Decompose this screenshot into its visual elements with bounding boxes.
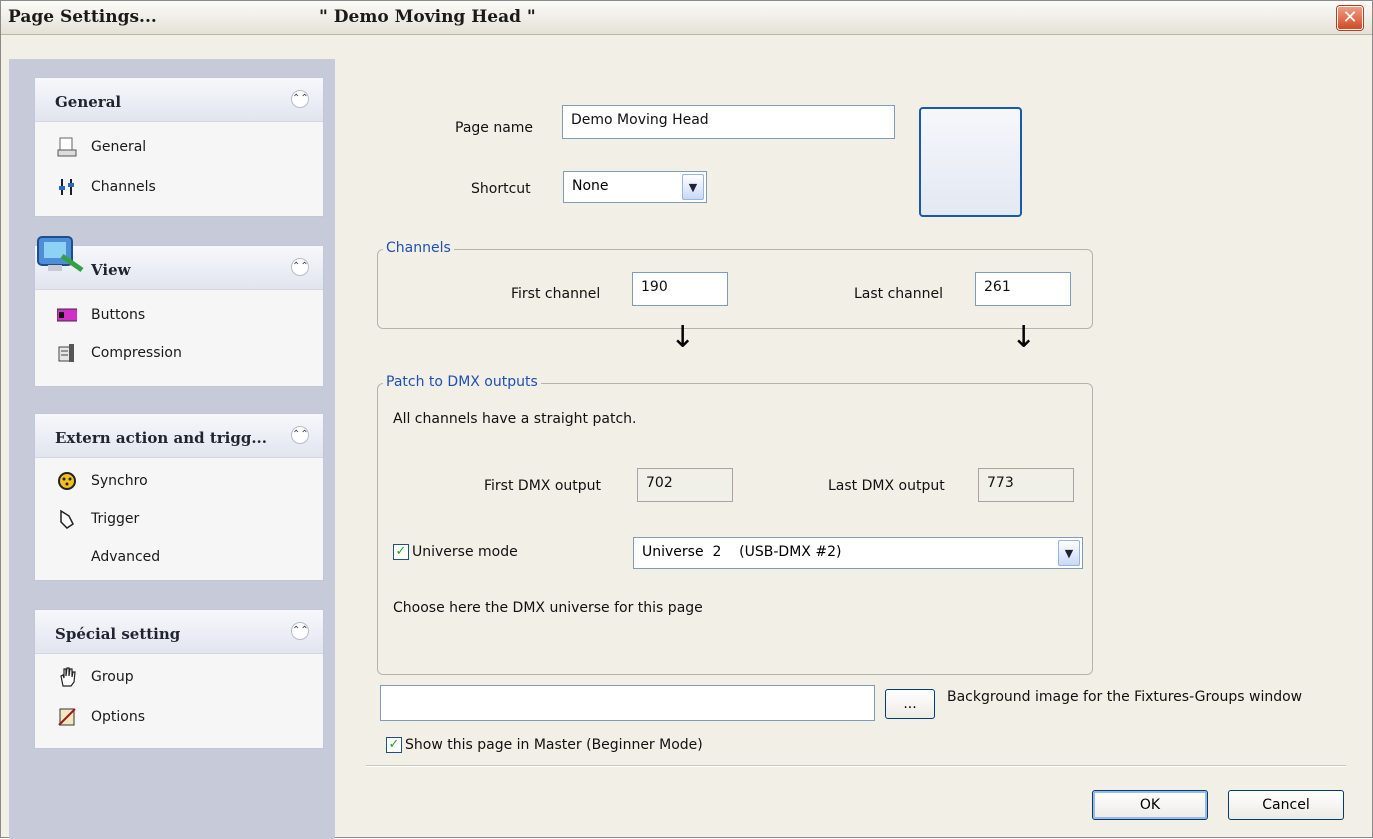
- first-dmx-label: First DMX output: [484, 478, 601, 494]
- universe-hint: Choose here the DMX universe for this pa…: [393, 600, 703, 616]
- sidebar-item-trigger[interactable]: Trigger: [57, 506, 139, 532]
- sidebar-item-options[interactable]: Options: [57, 704, 145, 730]
- sidebar-item-compression[interactable]: Compression: [57, 340, 182, 366]
- universe-mode-checkbox[interactable]: ✓: [393, 544, 409, 560]
- compression-icon: [57, 343, 77, 363]
- sidebar-item-buttons[interactable]: Buttons: [57, 302, 145, 328]
- last-channel-label: Last channel: [854, 286, 944, 302]
- blank-icon: [57, 547, 77, 567]
- sidebar-item-label: Group: [91, 669, 134, 685]
- background-image-input[interactable]: [380, 685, 875, 721]
- patch-arrow-icon: ↓: [670, 320, 696, 355]
- sidebar: General ⌃⌃ General Channels View ⌃⌃ Butt…: [9, 59, 335, 839]
- close-icon: ✕: [1342, 7, 1358, 28]
- divider: [366, 765, 1346, 767]
- show-in-master-checkbox[interactable]: ✓: [386, 737, 402, 753]
- first-dmx-output: 702: [637, 468, 733, 502]
- view-monitor-icon: [36, 234, 86, 278]
- cancel-button[interactable]: Cancel: [1228, 790, 1344, 820]
- chevron-down-icon[interactable]: ▼: [682, 174, 704, 200]
- page-color-preview[interactable]: [919, 107, 1022, 217]
- panel-title: General: [55, 93, 122, 111]
- universe-value: Universe 2 (USB-DMX #2): [642, 544, 842, 560]
- sidebar-item-label: Trigger: [91, 511, 140, 527]
- options-icon: [57, 707, 77, 727]
- sidebar-item-synchro[interactable]: Synchro: [57, 468, 148, 494]
- channels-group-title: Channels: [383, 240, 454, 256]
- sidebar-item-label: Options: [91, 709, 146, 725]
- last-dmx-output: 773: [978, 468, 1074, 502]
- last-dmx-label: Last DMX output: [828, 478, 945, 494]
- page-settings-dialog: Page Settings... " Demo Moving Head " ✕ …: [0, 0, 1373, 839]
- shortcut-label: Shortcut: [471, 181, 531, 197]
- ok-button[interactable]: OK: [1092, 790, 1208, 820]
- collapse-icon[interactable]: ⌃⌃: [291, 622, 309, 640]
- dmx-plug-icon: [57, 471, 77, 491]
- universe-mode-label[interactable]: Universe mode: [412, 544, 518, 560]
- hand-icon: [57, 667, 77, 687]
- patch-note: All channels have a straight patch.: [393, 411, 637, 427]
- patch-group-title: Patch to DMX outputs: [383, 374, 541, 390]
- sidebar-item-label: Compression: [91, 345, 182, 361]
- page-title: " Demo Moving Head ": [319, 7, 536, 27]
- sidebar-item-label: Synchro: [91, 473, 148, 489]
- sidebar-item-label: Advanced: [91, 549, 161, 565]
- panel-title: View: [91, 261, 131, 279]
- collapse-icon[interactable]: ⌃⌃: [291, 90, 309, 108]
- page-name-input[interactable]: Demo Moving Head: [562, 105, 895, 139]
- hand-trigger-icon: [57, 509, 77, 529]
- last-channel-input[interactable]: 261: [975, 272, 1071, 306]
- first-channel-label: First channel: [511, 286, 601, 302]
- sidebar-item-label: General: [91, 139, 147, 155]
- sidebar-item-channels[interactable]: Channels: [57, 174, 156, 200]
- buttons-icon: [57, 305, 77, 325]
- patch-group: Patch to DMX outputs All channels have a…: [377, 374, 1093, 675]
- patch-arrow-icon: ↓: [1011, 320, 1037, 355]
- shortcut-select[interactable]: None ▼: [563, 171, 707, 203]
- collapse-icon[interactable]: ⌃⌃: [291, 258, 309, 276]
- sidebar-item-label: Buttons: [91, 307, 146, 323]
- faders-icon: [57, 177, 77, 197]
- first-channel-input[interactable]: 190: [632, 272, 728, 306]
- panel-title: Extern action and trigg...: [55, 429, 267, 447]
- sidebar-item-advanced[interactable]: Advanced: [57, 544, 160, 570]
- page-icon: [57, 137, 77, 157]
- panel-general: General ⌃⌃ General Channels: [34, 77, 324, 217]
- channels-group: Channels First channel 190 Last channel …: [377, 240, 1093, 329]
- settings-content: Page name Demo Moving Head Shortcut None…: [335, 35, 1372, 839]
- panel-general-header[interactable]: General ⌃⌃: [35, 78, 323, 122]
- close-button[interactable]: ✕: [1337, 6, 1363, 30]
- sidebar-item-group[interactable]: Group: [57, 664, 134, 690]
- page-name-label: Page name: [455, 120, 534, 136]
- collapse-icon[interactable]: ⌃⌃: [291, 426, 309, 444]
- panel-extern-action: Extern action and trigg... ⌃⌃ Synchro Tr…: [34, 413, 324, 581]
- panel-special-setting: Spécial setting ⌃⌃ Group Options: [34, 609, 324, 749]
- panel-special-header[interactable]: Spécial setting ⌃⌃: [35, 610, 323, 654]
- dialog-title: Page Settings...: [8, 7, 157, 27]
- panel-title: Spécial setting: [55, 625, 181, 643]
- chevron-down-icon[interactable]: ▼: [1058, 540, 1080, 566]
- background-image-label: Background image for the Fixtures-Groups…: [947, 689, 1303, 705]
- shortcut-value: None: [572, 178, 609, 194]
- universe-select[interactable]: Universe 2 (USB-DMX #2) ▼: [633, 537, 1083, 569]
- browse-button[interactable]: ...: [885, 689, 935, 719]
- sidebar-item-label: Channels: [91, 179, 156, 195]
- sidebar-item-general[interactable]: General: [57, 134, 146, 160]
- title-bar: Page Settings... " Demo Moving Head " ✕: [1, 1, 1372, 35]
- show-in-master-label[interactable]: Show this page in Master (Beginner Mode): [405, 737, 703, 753]
- panel-extern-header[interactable]: Extern action and trigg... ⌃⌃: [35, 414, 323, 458]
